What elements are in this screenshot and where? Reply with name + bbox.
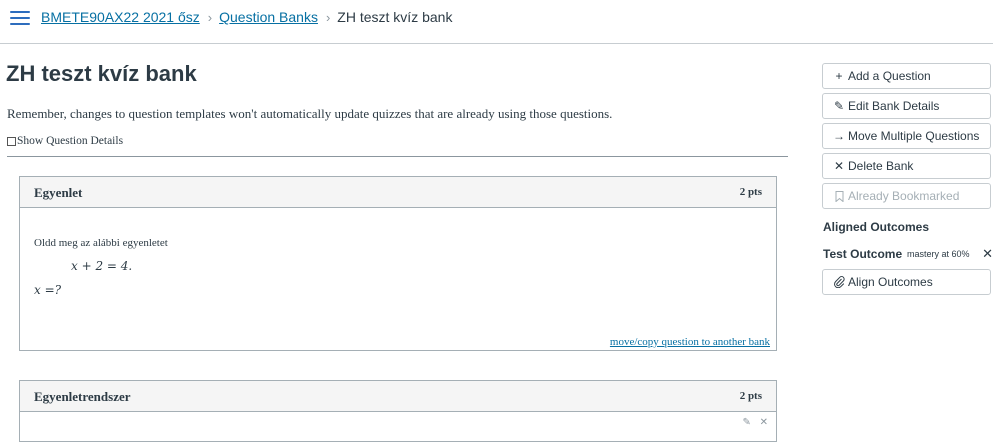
- aligned-outcomes-heading: Aligned Outcomes: [823, 220, 930, 234]
- question-name: Egyenletrendszer: [34, 389, 131, 404]
- show-question-details-label: Show Question Details: [17, 135, 124, 147]
- already-bookmarked-label: Already Bookmarked: [848, 189, 960, 203]
- top-navigation-bar: BMETE90AX22 2021 ősz › Question Banks › …: [0, 0, 993, 44]
- show-question-details-toggle[interactable]: Show Question Details: [7, 135, 123, 147]
- pencil-icon: ✎: [833, 99, 845, 113]
- arrow-right-icon: →: [833, 129, 845, 143]
- divider: [7, 156, 788, 157]
- delete-bank-label: Delete Bank: [848, 159, 914, 173]
- question-name: Egyenlet: [34, 185, 83, 200]
- hamburger-menu-icon[interactable]: [10, 10, 30, 26]
- bookmark-icon: [833, 190, 845, 202]
- move-multiple-questions-label: Move Multiple Questions: [848, 129, 980, 143]
- delete-bank-button[interactable]: ✕ Delete Bank: [822, 153, 991, 179]
- move-copy-question-link[interactable]: move/copy question to another bank: [610, 336, 770, 348]
- edit-bank-details-button[interactable]: ✎ Edit Bank Details: [822, 93, 991, 119]
- breadcrumb-current-page: ZH teszt kvíz bank: [337, 9, 453, 25]
- question-header: Egyenletrendszer 2 pts: [20, 381, 776, 412]
- outcome-mastery: mastery at 60%: [907, 249, 970, 259]
- outcome-name[interactable]: Test Outcome: [823, 247, 902, 261]
- aligned-outcome-item: Test Outcome mastery at 60% ✕: [823, 246, 993, 263]
- remove-outcome-icon[interactable]: ✕: [982, 246, 993, 262]
- breadcrumb-question-banks-link[interactable]: Question Banks: [219, 9, 318, 25]
- already-bookmarked-button[interactable]: Already Bookmarked: [822, 183, 991, 209]
- move-multiple-questions-button[interactable]: → Move Multiple Questions: [822, 123, 991, 149]
- chevron-right-icon: ›: [325, 9, 331, 25]
- breadcrumb: BMETE90AX22 2021 ősz › Question Banks › …: [41, 9, 452, 25]
- add-question-label: Add a Question: [848, 69, 931, 83]
- chevron-right-icon: ›: [207, 9, 213, 25]
- page-title: ZH teszt kvíz bank: [6, 61, 197, 86]
- question-points: 2 pts: [739, 390, 762, 402]
- x-icon: ✕: [833, 159, 845, 173]
- breadcrumb-course-link[interactable]: BMETE90AX22 2021 ősz: [41, 9, 200, 25]
- question-answer-prompt: 𝑥 =?: [34, 283, 62, 297]
- align-outcomes-button[interactable]: Align Outcomes: [822, 269, 991, 295]
- add-question-button[interactable]: + Add a Question: [822, 63, 991, 89]
- align-outcomes-label: Align Outcomes: [848, 275, 933, 289]
- plus-icon: +: [835, 69, 843, 83]
- question-card: Egyenletrendszer 2 pts ✎ ✕: [19, 380, 777, 442]
- edit-bank-details-label: Edit Bank Details: [848, 99, 940, 113]
- question-header: Egyenlet 2 pts: [20, 177, 776, 208]
- paperclip-icon: [833, 276, 845, 288]
- templates-notice: Remember, changes to question templates …: [7, 106, 613, 121]
- question-text: Oldd meg az alábbi egyenletet: [34, 237, 168, 249]
- question-equation: 𝑥 + 2 = 4.: [71, 259, 133, 273]
- question-points: 2 pts: [739, 186, 762, 198]
- question-card: Egyenlet 2 pts Oldd meg az alábbi egyenl…: [19, 176, 777, 351]
- show-question-details-checkbox[interactable]: [7, 136, 16, 146]
